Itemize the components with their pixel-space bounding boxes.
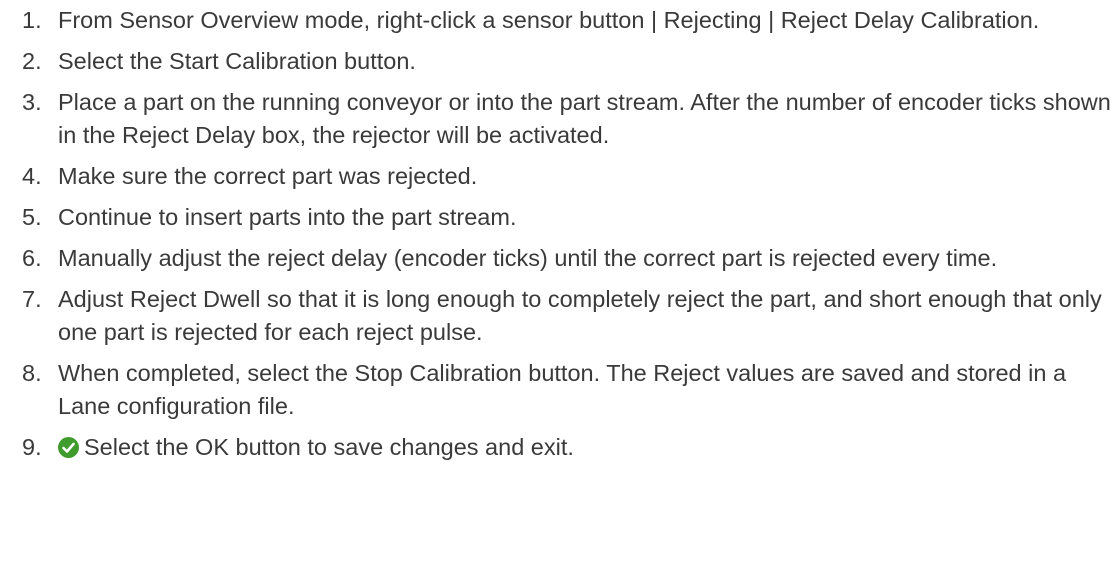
step-number: 8.: [22, 360, 42, 386]
step-item: 3. Place a part on the running conveyor …: [0, 86, 1120, 152]
step-item: 1. From Sensor Overview mode, right-clic…: [0, 4, 1120, 37]
step-text: Place a part on the running conveyor or …: [58, 89, 1111, 148]
step-text: Select the Start Calibration button.: [58, 48, 416, 74]
step-text: Select the OK button to save changes and…: [84, 434, 574, 460]
step-item: 5. Continue to insert parts into the par…: [0, 201, 1120, 234]
step-text: From Sensor Overview mode, right-click a…: [58, 7, 1040, 33]
step-item: 4. Make sure the correct part was reject…: [0, 160, 1120, 193]
step-text: Manually adjust the reject delay (encode…: [58, 245, 998, 271]
check-circle-icon: [58, 437, 79, 458]
procedure-steps-list: 1. From Sensor Overview mode, right-clic…: [0, 4, 1120, 464]
step-number: 6.: [22, 245, 42, 271]
step-number: 5.: [22, 204, 42, 230]
step-item: 8. When completed, select the Stop Calib…: [0, 357, 1120, 423]
step-text: When completed, select the Stop Calibrat…: [58, 360, 1067, 419]
step-number: 4.: [22, 163, 42, 189]
step-number: 3.: [22, 89, 42, 115]
step-number: 1.: [22, 7, 42, 33]
step-text: Make sure the correct part was rejected.: [58, 163, 478, 189]
step-number: 2.: [22, 48, 42, 74]
step-item: 7. Adjust Reject Dwell so that it is lon…: [0, 283, 1120, 349]
step-number: 9.: [22, 434, 42, 460]
step-item: 6. Manually adjust the reject delay (enc…: [0, 242, 1120, 275]
step-item: 2. Select the Start Calibration button.: [0, 45, 1120, 78]
step-text: Adjust Reject Dwell so that it is long e…: [58, 286, 1102, 345]
step-number: 7.: [22, 286, 42, 312]
step-text: Continue to insert parts into the part s…: [58, 204, 517, 230]
step-item: 9. Select the OK button to save changes …: [0, 431, 1120, 464]
